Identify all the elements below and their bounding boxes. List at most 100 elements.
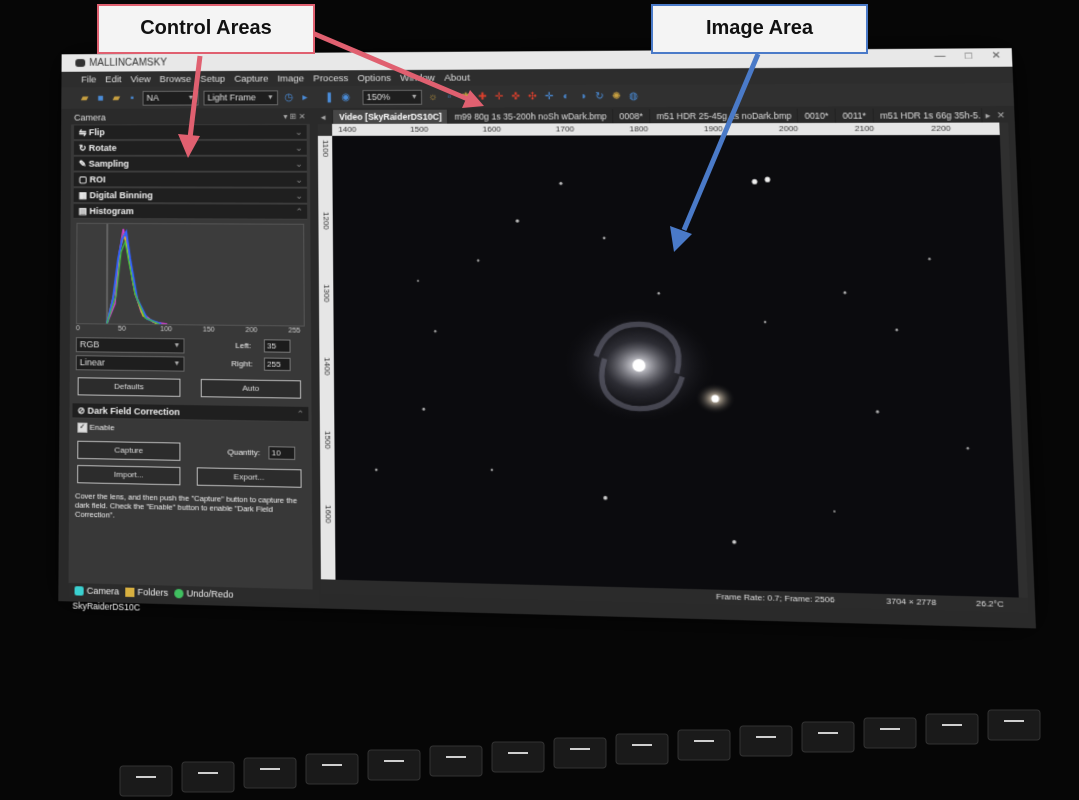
chevron-up-icon: ⌃ [295, 206, 304, 217]
tab-m99[interactable]: m99 80g 1s 35-200h noSh wDark.bmp [448, 109, 614, 124]
close-tab-icon[interactable]: ✕ [993, 108, 1008, 123]
tab-scroll-left-icon[interactable]: ◂ [317, 110, 334, 124]
import-export-row: Import... Export... [75, 464, 306, 490]
export-button[interactable]: Export... [196, 467, 302, 488]
rotate-left-icon[interactable]: ◐ [560, 91, 572, 102]
document-tabs: ◂ Video [SkyRaiderDS10C] m99 80g 1s 35-2… [317, 108, 1009, 124]
capture-row: Capture Quantity: 10 [75, 440, 305, 466]
defaults-button[interactable]: Defaults [77, 377, 181, 397]
left-value-field[interactable]: 35 [263, 339, 291, 353]
target-icon[interactable]: ✛ [543, 91, 555, 102]
section-digital-binning[interactable]: ▦ Digital Binning ⌄ [73, 188, 308, 204]
toolbar: ▰ ■ ▰ ▪ NA ▼ Light Frame ▼ ◷ ▸ ❚ ◉ 150% ▼ ☼… [61, 83, 1015, 109]
menu-file[interactable]: File [81, 74, 96, 85]
tab-0011[interactable]: 0011* [835, 108, 874, 123]
section-roi[interactable]: ▢ ROI ⌄ [73, 172, 307, 188]
chevron-up-icon: ⌃ [296, 408, 305, 420]
import-button[interactable]: Import... [77, 464, 181, 486]
enable-checkbox[interactable]: ✓ [77, 422, 88, 433]
menu-image[interactable]: Image [277, 73, 304, 84]
capture-button[interactable]: Capture [77, 440, 181, 461]
section-label: Histogram [89, 206, 134, 217]
histogram-graph[interactable] [75, 222, 305, 327]
center-icon[interactable]: ✜ [510, 91, 522, 102]
laptop-keyboard [119, 709, 1041, 797]
move-icon[interactable]: ✛ [493, 91, 505, 102]
menu-options[interactable]: Options [357, 73, 391, 84]
zoom-select[interactable]: 150% ▼ [362, 89, 423, 105]
crosshair-icon[interactable]: ✚ [477, 91, 489, 102]
ruler-label: 2200 [931, 123, 951, 133]
channel-select[interactable]: RGB ▼ [75, 337, 185, 354]
histogram-left-row: RGB ▼ Left: 35 [75, 337, 305, 356]
section-rotate[interactable]: ↻ Rotate ⌄ [73, 140, 307, 156]
right-label: Right: [231, 359, 253, 369]
undo-tab-icon [174, 588, 184, 598]
menu-view[interactable]: View [130, 74, 150, 85]
maximize-button[interactable]: □ [965, 50, 972, 61]
tab-camera[interactable]: Camera [74, 585, 120, 597]
clock-icon[interactable]: ◷ [283, 92, 294, 103]
menu-capture[interactable]: Capture [234, 73, 268, 84]
tab-m51-hdr-66g[interactable]: m51 HDR 1s 66g 35h-5... [873, 108, 983, 123]
close-window-button[interactable]: ✕ [991, 50, 1001, 61]
tab-0010[interactable]: 0010* [797, 108, 837, 123]
ruler-label: 2100 [854, 123, 875, 134]
fit-window-icon[interactable]: ▫ [444, 91, 456, 102]
brightness-icon[interactable]: ✱ [460, 91, 472, 102]
control-areas-label: Control Areas [97, 4, 315, 54]
record-icon[interactable]: ◉ [340, 92, 351, 103]
tab-m51-hdr[interactable]: m51 HDR 25-45g 1s noDark.bmp [649, 108, 799, 124]
play-icon[interactable]: ▸ [299, 92, 310, 103]
tab-video[interactable]: Video [SkyRaiderDS10C] [332, 109, 449, 124]
app-title: MALLINCAMSKY [89, 57, 167, 69]
save-icon[interactable]: ■ [95, 93, 106, 104]
menu-browse[interactable]: Browse [160, 74, 192, 85]
quantity-field[interactable]: 10 [268, 446, 296, 460]
auto-exposure-icon[interactable]: ☼ [427, 91, 438, 102]
sun-icon[interactable]: ✺ [611, 90, 623, 101]
frame-type-select[interactable]: Light Frame ▼ [203, 89, 279, 105]
panel-controls[interactable]: ▾ ⊞ ✕ [283, 110, 305, 124]
tab-folders[interactable]: Folders [125, 587, 168, 598]
menu-window[interactable]: Window [400, 72, 435, 83]
folder-icon[interactable]: ▰ [111, 93, 122, 104]
curve-select[interactable]: Linear ▼ [75, 355, 185, 372]
section-label: Sampling [88, 158, 130, 169]
rotate-right-icon[interactable]: ◑ [577, 91, 589, 102]
section-dark-field[interactable]: ⊘ Dark Field Correction ⌃ [72, 403, 309, 423]
camera-name-status: SkyRaiderDS10C [72, 600, 141, 613]
refresh-icon[interactable]: ↻ [594, 91, 606, 102]
pause-icon[interactable]: ❚ [324, 92, 335, 103]
tab-undo-redo[interactable]: Undo/Redo [174, 588, 233, 600]
panel-title: Camera [74, 112, 106, 123]
menu-about[interactable]: About [444, 72, 470, 83]
camera-select[interactable]: NA ▼ [142, 90, 199, 106]
image-canvas[interactable] [332, 134, 1019, 598]
section-label: Flip [88, 127, 105, 138]
open-folder-icon[interactable]: ▰ [79, 93, 90, 104]
tab-scroll-right-icon[interactable]: ▸ [982, 108, 994, 123]
section-flip[interactable]: ⇋ Flip ⌄ [73, 124, 307, 141]
ruler-label: 1900 [703, 124, 723, 134]
tab-label: Camera [86, 585, 120, 597]
minimize-button[interactable]: — [934, 51, 945, 62]
menu-process[interactable]: Process [313, 73, 348, 84]
menu-edit[interactable]: Edit [105, 74, 121, 85]
tick-label: 255 [288, 327, 301, 335]
menu-setup[interactable]: Setup [200, 73, 225, 84]
tick-label: 0 [75, 325, 80, 333]
camera-icon[interactable]: ▪ [127, 92, 138, 103]
section-histogram[interactable]: ▤ Histogram ⌃ [73, 204, 308, 220]
ruler-label: 1700 [555, 124, 575, 134]
ruler-label: 1600 [323, 504, 333, 524]
right-value-field[interactable]: 255 [263, 357, 291, 372]
tab-label: Undo/Redo [186, 588, 234, 600]
tab-0008[interactable]: 0008* [612, 109, 651, 124]
globe-icon[interactable]: ◍ [627, 90, 639, 101]
enable-row: ✓ Enable [75, 420, 305, 440]
auto-button[interactable]: Auto [200, 378, 302, 399]
section-sampling[interactable]: ✎ Sampling ⌄ [73, 156, 307, 172]
align-icon[interactable]: ✣ [527, 91, 539, 102]
tick-label: 200 [245, 326, 258, 335]
